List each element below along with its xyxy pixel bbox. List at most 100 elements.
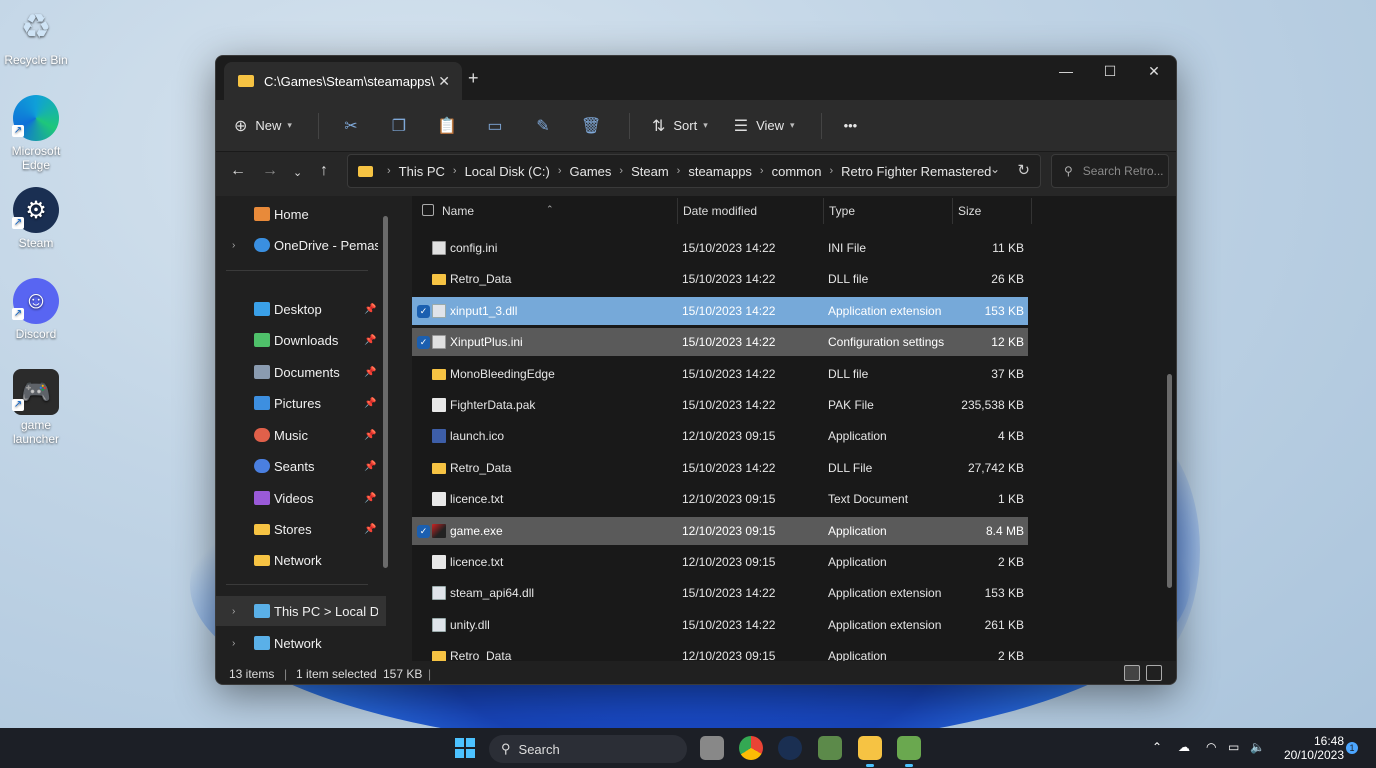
details-view-icon[interactable] — [1124, 665, 1140, 681]
chevron-right-icon[interactable]: › — [232, 638, 235, 649]
cloud-icon[interactable]: ☁ — [1178, 740, 1190, 754]
file-row[interactable]: licence.txt 12/10/2023 09:15 Application 2 … — [412, 548, 1028, 576]
column-divider[interactable] — [677, 198, 678, 224]
breadcrumb-steamapps[interactable]: steamapps — [688, 164, 752, 179]
copy-icon[interactable]: ❐ — [389, 116, 409, 136]
file-name: unity.dll — [450, 617, 490, 632]
delete-icon[interactable]: 🗑 — [581, 116, 601, 136]
forward-arrow-icon[interactable]: → — [262, 162, 278, 180]
column-divider[interactable] — [952, 198, 953, 224]
breadcrumb-retro-fighter[interactable]: Retro Fighter Remastered — [841, 164, 991, 179]
cut-icon[interactable]: ✂ — [341, 116, 361, 136]
file-explorer-icon[interactable] — [858, 736, 882, 767]
desktop-icon-steam[interactable]: ⚙ ↗ Steam — [0, 187, 72, 250]
sidebar-scrollbar[interactable] — [383, 216, 388, 568]
refresh-icon[interactable]: ↻ — [1017, 161, 1030, 179]
tab-active[interactable]: C:\Games\Steam\steamapps\ ✕ — [224, 62, 462, 100]
column-header-name[interactable]: Name — [442, 204, 474, 218]
notification-badge[interactable]: 1 — [1346, 742, 1358, 754]
sidebar-item-documents[interactable]: Documents 📌 — [216, 357, 386, 387]
file-list-scrollbar[interactable] — [1167, 374, 1172, 588]
taskbar-search[interactable]: ⚲ Search — [489, 735, 687, 763]
select-all-checkbox[interactable] — [422, 204, 434, 216]
row-checkbox[interactable]: ✓ — [417, 336, 430, 350]
start-button[interactable] — [455, 738, 475, 758]
minimize-button[interactable]: — — [1044, 56, 1088, 86]
file-row[interactable]: ✓ game.exe 12/10/2023 09:15 Application 8.4 … — [412, 516, 1028, 545]
game-launcher-icon[interactable] — [897, 736, 921, 767]
back-arrow-icon[interactable]: ← — [230, 162, 246, 180]
file-row[interactable]: Retro_Data 15/10/2023 14:22 DLL File 27,742… — [412, 454, 1028, 482]
file-row[interactable]: ✓ xinput1_3.dll 15/10/2023 14:22 Applicatio… — [412, 296, 1028, 325]
monitor-icon[interactable]: ▭ — [1228, 740, 1239, 754]
sidebar-item-home[interactable]: Home — [216, 199, 386, 229]
breadcrumb-this-pc[interactable]: This PC — [399, 164, 445, 179]
sidebar-item-network-folder[interactable]: Network — [216, 545, 386, 575]
image-app-icon[interactable] — [818, 736, 842, 760]
address-bar[interactable]: › This PC › Local Disk (C:) › Games › St… — [347, 154, 1041, 188]
file-row[interactable]: launch.ico 12/10/2023 09:15 Application 4 K… — [412, 422, 1028, 450]
desktop-icon-game-launcher[interactable]: 🎮 ↗ game launcher — [0, 369, 72, 446]
sidebar-item-music[interactable]: Music 📌 — [216, 420, 386, 450]
up-arrow-icon[interactable]: ↑ — [320, 162, 328, 180]
share-icon[interactable]: ✎ — [533, 116, 553, 136]
sort-button[interactable]: ⇅ Sort ▾ — [652, 116, 708, 136]
steam-icon[interactable] — [778, 736, 802, 760]
sidebar-item-seants[interactable]: Seants 📌 — [216, 451, 386, 481]
chrome-icon[interactable] — [739, 736, 763, 760]
breadcrumb-common[interactable]: common — [772, 164, 822, 179]
rename-icon[interactable]: ▭ — [485, 116, 505, 136]
sidebar-item-desktop[interactable]: Desktop 📌 — [216, 294, 386, 324]
file-row[interactable]: unity.dll 15/10/2023 14:22 Application ext… — [412, 611, 1028, 639]
sidebar-item-network[interactable]: › Network — [216, 628, 386, 658]
file-row[interactable]: licence.txt 12/10/2023 09:15 Text Document… — [412, 485, 1028, 513]
sidebar-item-downloads[interactable]: Downloads 📌 — [216, 325, 386, 355]
breadcrumb-steam[interactable]: Steam — [631, 164, 669, 179]
chevron-right-icon[interactable]: › — [232, 606, 235, 617]
row-checkbox[interactable]: ✓ — [417, 524, 430, 538]
view-button[interactable]: ☰ View ▾ — [734, 116, 795, 136]
breadcrumb-games[interactable]: Games — [570, 164, 612, 179]
maximize-button[interactable]: ☐ — [1088, 56, 1132, 86]
chevron-right-icon[interactable]: › — [232, 240, 235, 251]
column-divider[interactable] — [823, 198, 824, 224]
file-row[interactable]: Retro_Data 15/10/2023 14:22 DLL file 26 KB — [412, 265, 1028, 293]
column-header-date[interactable]: Date modified — [683, 204, 757, 218]
task-view-icon[interactable] — [700, 736, 724, 760]
column-divider[interactable] — [1031, 198, 1032, 224]
column-header-size[interactable]: Size — [958, 204, 981, 218]
search-input[interactable]: ⚲ Search Retro... — [1051, 154, 1169, 188]
chevron-up-icon[interactable]: ⌃ — [1152, 740, 1162, 754]
system-clock[interactable]: 16:48 20/10/2023 — [1284, 734, 1344, 762]
file-row[interactable]: FighterData.pak 15/10/2023 14:22 PAK File 2… — [412, 391, 1028, 419]
sidebar-item-stores[interactable]: Stores 📌 — [216, 514, 386, 544]
large-icons-view-icon[interactable] — [1146, 665, 1162, 681]
desktop-icon-discord[interactable]: ☺ ↗ Discord — [0, 278, 72, 341]
more-options-button[interactable]: ••• — [844, 118, 858, 133]
image-file-icon — [432, 429, 446, 444]
sidebar-item-videos[interactable]: Videos 📌 — [216, 483, 386, 513]
file-row[interactable]: steam_api64.dll 15/10/2023 14:22 Applicati… — [412, 579, 1028, 607]
file-row[interactable]: MonoBleedingEdge 15/10/2023 14:22 DLL file… — [412, 360, 1028, 388]
file-row[interactable]: ✓ XinputPlus.ini 15/10/2023 14:22 Configura… — [412, 328, 1028, 357]
paste-icon[interactable]: 📋 — [437, 116, 457, 136]
sidebar-item-this-pc[interactable]: › This PC > Local Disk — [216, 596, 386, 626]
desktop-icon-recycle-bin[interactable]: ♻ Recycle Bin — [0, 4, 72, 67]
speaker-icon[interactable]: 🔈 — [1250, 740, 1265, 754]
wifi-icon[interactable]: ◠ — [1206, 740, 1216, 754]
music-icon — [254, 428, 270, 442]
chevron-down-icon[interactable]: ⌄ — [990, 162, 1000, 176]
file-row[interactable]: config.ini 15/10/2023 14:22 INI File 11 KB — [412, 234, 1028, 262]
recent-locations-chevron-icon[interactable]: ⌄ — [293, 166, 302, 179]
close-tab-icon[interactable]: ✕ — [438, 73, 450, 90]
row-checkbox[interactable]: ✓ — [417, 304, 430, 318]
column-header-type[interactable]: Type — [829, 204, 855, 218]
breadcrumb-local-disk[interactable]: Local Disk (C:) — [465, 164, 550, 179]
new-tab-button[interactable]: + — [468, 68, 479, 89]
new-button[interactable]: ⊕ New ▾ — [234, 116, 292, 136]
desktop-icon-edge[interactable]: ↗ Microsoft Edge — [0, 95, 72, 172]
sidebar-item-pictures[interactable]: Pictures 📌 — [216, 388, 386, 418]
close-button[interactable]: ✕ — [1132, 56, 1176, 86]
clock-time: 16:48 — [1313, 734, 1344, 748]
sidebar-item-onedrive[interactable]: › OneDrive - Pemasts — [216, 230, 386, 260]
